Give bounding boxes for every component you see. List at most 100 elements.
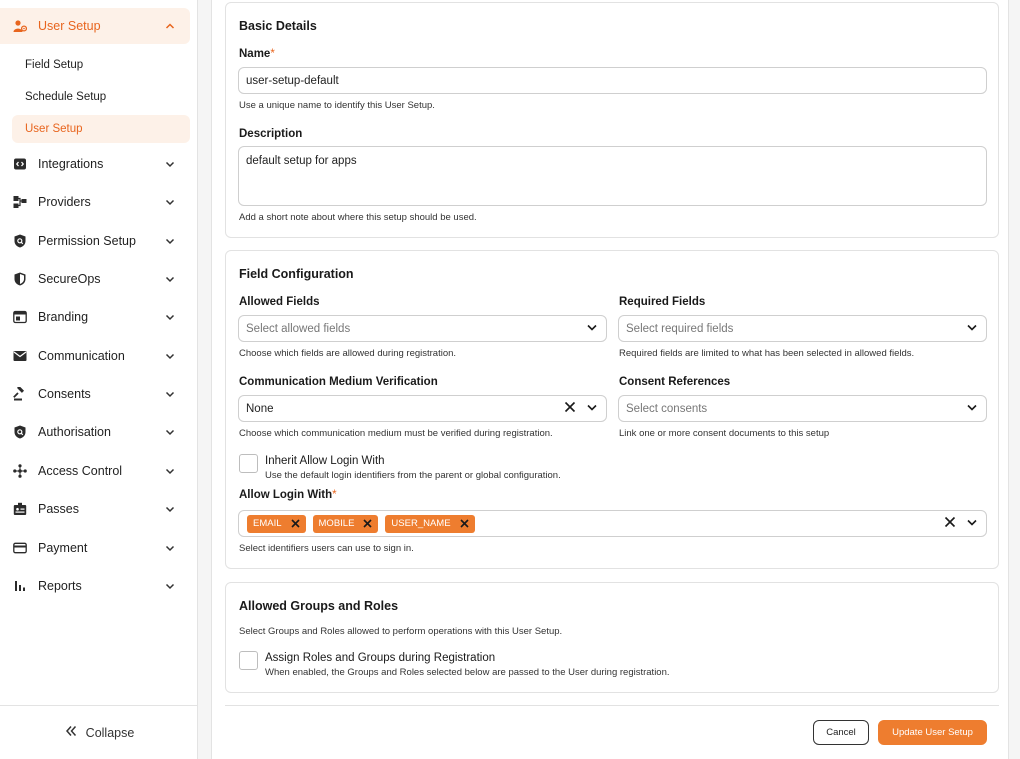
login-chip-mobile: MOBILE	[312, 514, 379, 533]
name-label: Name*	[239, 48, 275, 60]
inherit-login-hint: Use the default login identifiers from t…	[265, 470, 561, 481]
description-value: default setup for apps	[246, 155, 357, 167]
chevron-down-icon	[164, 158, 176, 170]
update-user-setup-button[interactable]: Update User Setup	[878, 720, 987, 745]
clear-icon[interactable]	[564, 401, 576, 416]
consent-references-select[interactable]: Select consents	[618, 395, 987, 422]
allow-login-with-label: Allow Login With*	[239, 489, 337, 501]
chevron-down-icon	[164, 580, 176, 592]
sidebar-item-authorisation[interactable]: Authorisation	[0, 414, 190, 450]
sidebar-item-label: SecureOps	[38, 272, 101, 286]
chevron-down-icon	[164, 388, 176, 400]
chevron-down-icon	[164, 273, 176, 285]
inherit-login-label: Inherit Allow Login With	[265, 455, 385, 467]
bar-chart-icon	[13, 579, 27, 593]
chevron-down-icon	[164, 311, 176, 323]
sidebar-item-consents[interactable]: Consents	[0, 376, 190, 412]
chevron-down-icon[interactable]	[966, 516, 978, 531]
sidebar-item-payment[interactable]: Payment	[0, 530, 190, 566]
remove-icon[interactable]	[363, 519, 372, 528]
assign-roles-hint: When enabled, the Groups and Roles selec…	[265, 667, 670, 678]
sidebar-item-communication[interactable]: Communication	[0, 338, 190, 374]
sidebar-item-label: Reports	[38, 579, 82, 593]
inherit-login-checkbox[interactable]	[239, 454, 258, 473]
chevron-down-icon	[164, 465, 176, 477]
consent-references-label: Consent References	[619, 376, 731, 388]
chevron-down-icon[interactable]	[586, 321, 598, 336]
shield-search-icon	[13, 234, 27, 248]
sidebar-item-branding[interactable]: Branding	[0, 299, 190, 335]
sidebar: User Setup Field Setup Schedule Setup Us…	[0, 0, 198, 759]
allowed-fields-hint: Choose which fields are allowed during r…	[239, 348, 457, 359]
sidebar-item-label: Branding	[38, 310, 89, 324]
verification-select[interactable]: None	[238, 395, 607, 422]
sidebar-item-label: Authorisation	[38, 425, 111, 439]
assign-roles-label: Assign Roles and Groups during Registrat…	[265, 652, 496, 664]
chevron-down-icon	[164, 196, 176, 208]
cancel-button[interactable]: Cancel	[813, 720, 869, 745]
sidebar-item-reports[interactable]: Reports	[0, 568, 190, 604]
name-input[interactable]: user-setup-default	[238, 67, 987, 94]
allowed-fields-select[interactable]: Select allowed fields	[238, 315, 607, 342]
allow-login-with-select[interactable]: EMAIL MOBILE USER_NAME	[238, 510, 987, 537]
chevron-down-icon	[164, 350, 176, 362]
description-label: Description	[239, 128, 303, 140]
groups-roles-card: Allowed Groups and Roles Select Groups a…	[225, 582, 999, 693]
verification-hint: Choose which communication medium must b…	[239, 428, 553, 439]
clear-icon[interactable]	[944, 516, 956, 531]
sidebar-item-label: Providers	[38, 195, 91, 209]
gavel-icon	[13, 387, 27, 401]
shield-icon	[13, 272, 27, 286]
section-title: Allowed Groups and Roles	[239, 599, 399, 613]
mail-icon	[13, 349, 27, 363]
sidebar-item-access-control[interactable]: Access Control	[0, 453, 190, 489]
description-textarea[interactable]: default setup for apps	[238, 146, 987, 206]
access-control-icon	[13, 464, 27, 478]
name-value: user-setup-default	[246, 74, 339, 87]
sidebar-item-secureops[interactable]: SecureOps	[0, 261, 190, 297]
sidebar-subitem-schedule-setup[interactable]: Schedule Setup	[12, 83, 190, 111]
chevron-down-icon	[164, 235, 176, 247]
name-hint: Use a unique name to identify this User …	[239, 100, 435, 111]
chevron-down-icon	[164, 503, 176, 515]
sidebar-item-label: Passes	[38, 502, 79, 516]
allowed-fields-placeholder: Select allowed fields	[246, 322, 351, 335]
sidebar-subitem-user-setup[interactable]: User Setup	[12, 115, 190, 143]
chevron-down-icon[interactable]	[966, 401, 978, 416]
description-hint: Add a short note about where this setup …	[239, 212, 477, 223]
sidebar-item-providers[interactable]: Providers	[0, 184, 190, 220]
sidebar-item-label: Consents	[38, 387, 91, 401]
sidebar-item-permission-setup[interactable]: Permission Setup	[0, 223, 190, 259]
user-gear-icon	[13, 19, 27, 33]
remove-icon[interactable]	[290, 519, 300, 528]
sidebar-item-passes[interactable]: Passes	[0, 491, 190, 527]
required-fields-select[interactable]: Select required fields	[618, 315, 987, 342]
sidebar-item-label: Integrations	[38, 157, 104, 171]
sidebar-item-integrations[interactable]: Integrations	[0, 146, 190, 182]
sidebar-subitem-field-setup[interactable]: Field Setup	[12, 51, 190, 79]
providers-icon	[13, 195, 27, 209]
groups-description: Select Groups and Roles allowed to perfo…	[239, 626, 563, 637]
shield-search-icon	[13, 425, 27, 439]
chevron-down-icon[interactable]	[966, 321, 978, 336]
remove-icon[interactable]	[459, 519, 469, 528]
required-mark: *	[270, 48, 275, 60]
field-configuration-card: Field Configuration Allowed Fields Selec…	[225, 250, 999, 569]
chevron-down-icon[interactable]	[586, 401, 598, 416]
collapse-bar: Collapse	[0, 705, 198, 759]
sidebar-item-user-setup[interactable]: User Setup	[0, 8, 190, 44]
collapse-button[interactable]: Collapse	[64, 724, 135, 741]
allowed-fields-label: Allowed Fields	[239, 296, 320, 308]
sidebar-item-label: Permission Setup	[38, 234, 136, 248]
section-title: Field Configuration	[239, 267, 354, 281]
collapse-label: Collapse	[85, 725, 135, 740]
sidebar-item-label: Access Control	[38, 464, 123, 478]
consent-placeholder: Select consents	[626, 402, 708, 415]
sidebar-item-label: Payment	[38, 541, 88, 555]
main-panel: Basic Details Name* user-setup-default U…	[211, 0, 1009, 759]
required-fields-hint: Required fields are limited to what has …	[619, 348, 915, 359]
sidebar-item-label: Communication	[38, 349, 125, 363]
required-fields-label: Required Fields	[619, 296, 706, 308]
footer-divider	[225, 705, 999, 706]
assign-roles-checkbox[interactable]	[239, 651, 258, 670]
